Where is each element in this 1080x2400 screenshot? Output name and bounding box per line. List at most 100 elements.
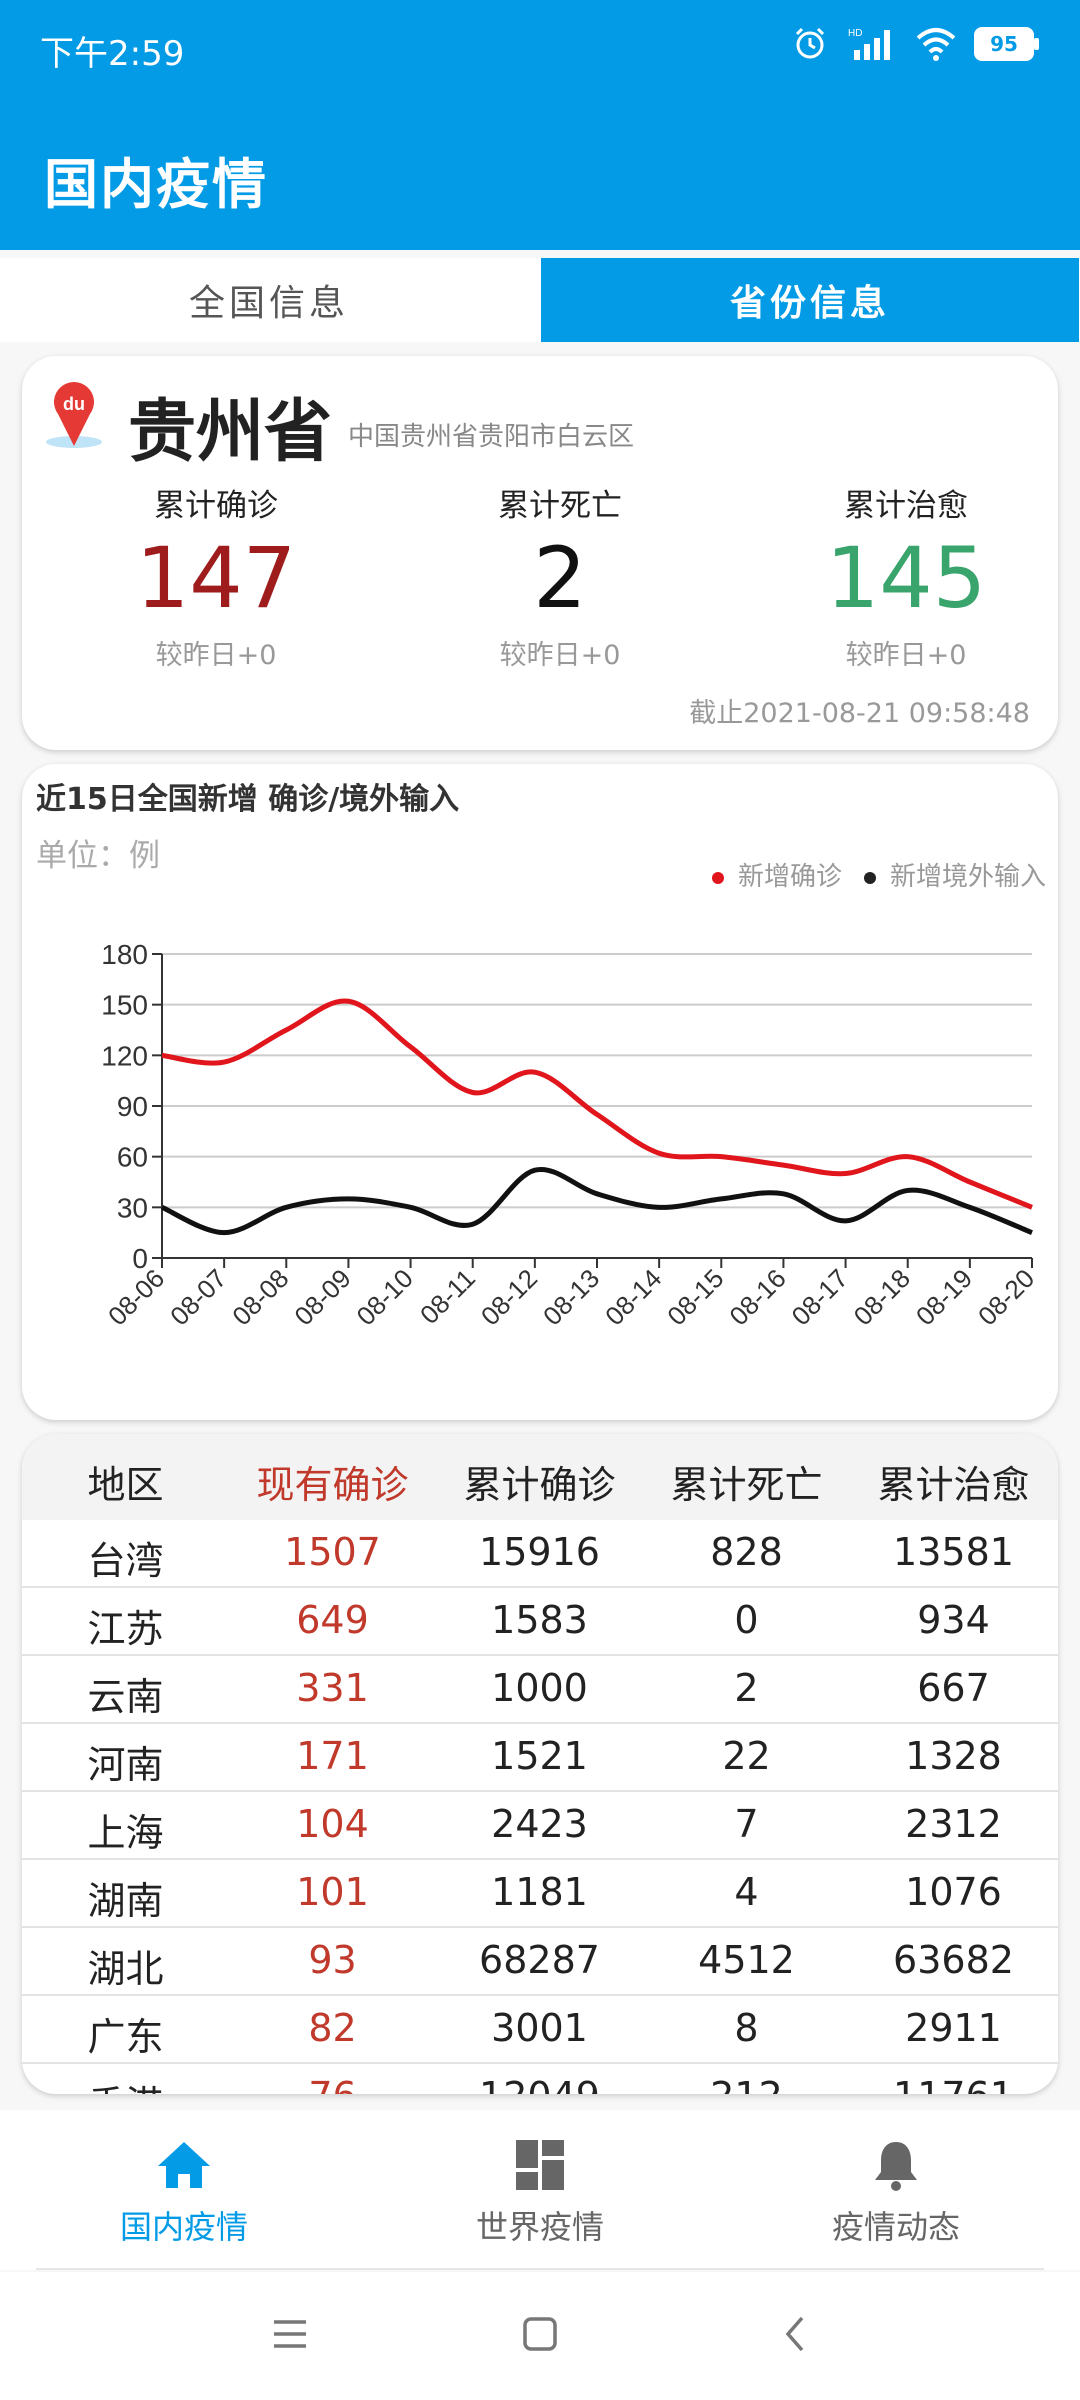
stat-deaths: 累计死亡 2 较昨日+0 (410, 480, 710, 672)
cell-total-deaths: 0 (734, 1598, 759, 1642)
table-row[interactable]: 香港 76 12049 212 11761 (22, 2064, 1058, 2094)
table-row[interactable]: 河南 171 1521 22 1328 (22, 1724, 1058, 1792)
table-row[interactable]: 湖南 101 1181 4 1076 (22, 1860, 1058, 1928)
cell-total-deaths: 8 (734, 2006, 759, 2050)
x-tick-label: 08-17 (786, 1263, 854, 1331)
cell-total-cured: 63682 (893, 1938, 1014, 1982)
nav-domestic[interactable]: 国内疫情 (34, 2138, 334, 2248)
home-square-icon[interactable] (520, 2314, 560, 2354)
cell-region: 湖南 (87, 1879, 164, 1923)
tab-national-info[interactable]: 全国信息 (0, 258, 538, 342)
series-line-confirmed (161, 998, 1033, 1210)
x-tick-label: 08-18 (848, 1263, 916, 1331)
dashboard-icon (516, 2140, 564, 2190)
cell-total-confirmed: 12049 (436, 2074, 643, 2094)
cell-total-confirmed: 1583 (491, 1598, 588, 1642)
stat-value: 145 (825, 529, 987, 627)
cell-total-cured: 1328 (905, 1734, 1002, 1778)
cell-region: 河南 (87, 1743, 164, 1787)
cell-current-confirmed: 331 (296, 1666, 369, 1710)
header-total-deaths[interactable]: 累计死亡 (643, 1454, 850, 1509)
cell-current-confirmed: 1507 (284, 1530, 381, 1574)
signal-icon: HD (848, 28, 890, 60)
x-tick-label: 08-11 (414, 1263, 481, 1330)
header-region: 地区 (87, 1463, 164, 1507)
cell-region: 台湾 (87, 1539, 164, 1583)
stat-label: 累计死亡 (498, 488, 622, 524)
status-time: 下午2:59 (40, 34, 185, 74)
bottom-navigation: 国内疫情 世界疫情 疫情动态 (0, 2110, 1080, 2270)
cell-total-deaths: 22 (722, 1734, 771, 1778)
x-tick-label: 08-14 (599, 1263, 667, 1331)
x-tick-label: 08-09 (288, 1263, 356, 1331)
table-row[interactable]: 云南 331 1000 2 667 (22, 1656, 1058, 1724)
tab-bar: 全国信息 省份信息 (0, 258, 1080, 342)
nav-divider (36, 2268, 1044, 2270)
page-title: 国内疫情 (44, 153, 268, 216)
nav-label: 国内疫情 (119, 2208, 248, 2246)
y-tick-label: 120 (101, 1040, 148, 1071)
x-tick-label: 08-16 (723, 1263, 791, 1331)
stat-delta: 较昨日+0 (845, 640, 967, 671)
system-nav-bar (0, 2272, 1080, 2400)
stat-label: 累计治愈 (844, 488, 968, 524)
stat-value: 2 (533, 529, 587, 627)
x-tick-label: 08-13 (537, 1263, 605, 1331)
cell-total-deaths: 4512 (698, 1938, 795, 1982)
cell-region: 广东 (87, 2015, 164, 2059)
province-summary-card: du 贵州省 中国贵州省贵阳市白云区 累计确诊 147 较昨日+0 累计死亡 2… (22, 356, 1058, 750)
menu-icon[interactable] (270, 2314, 310, 2354)
cell-total-cured: 2911 (905, 2006, 1002, 2050)
stat-cured: 累计治愈 145 较昨日+0 (756, 480, 1056, 672)
nav-world[interactable]: 世界疫情 (390, 2138, 690, 2248)
cell-total-deaths: 4 (734, 1870, 759, 1914)
table-row[interactable]: 台湾 1507 15916 828 13581 (22, 1520, 1058, 1588)
cell-current-confirmed: 649 (296, 1598, 369, 1642)
logo-text: du (63, 394, 85, 414)
cell-total-deaths: 828 (710, 1530, 783, 1574)
cell-region: 江苏 (87, 1607, 164, 1651)
cell-current-confirmed: 93 (308, 1938, 357, 1982)
update-timestamp: 截止2021-08-21 09:58:48 (689, 698, 1030, 729)
nav-updates[interactable]: 疫情动态 (746, 2138, 1046, 2248)
table-row[interactable]: 广东 82 3001 8 2911 (22, 1996, 1058, 2064)
cell-total-confirmed: 1000 (491, 1666, 588, 1710)
header-total-cured[interactable]: 累计治愈 (850, 1454, 1057, 1509)
table-row[interactable]: 上海 104 2423 7 2312 (22, 1792, 1058, 1860)
alarm-icon (795, 27, 825, 59)
cell-current-confirmed: 171 (296, 1734, 369, 1778)
x-tick-label: 08-19 (910, 1263, 978, 1331)
cell-total-deaths: 2 (734, 1666, 759, 1710)
nav-label: 疫情动态 (831, 2208, 960, 2246)
trend-chart-card: 近15日全国新增 确诊/境外输入 单位：例 新增确诊 新增境外输入 0 30 60 9… (22, 764, 1058, 1420)
x-tick-label: 08-15 (661, 1263, 729, 1331)
tab-province-info[interactable]: 省份信息 (541, 258, 1079, 342)
table-row[interactable]: 湖北 93 68287 4512 63682 (22, 1928, 1058, 1996)
cell-total-deaths: 212 (643, 2074, 850, 2094)
stat-delta: 较昨日+0 (155, 640, 277, 671)
baidu-location-icon: du (46, 382, 102, 448)
line-chart: 030609012015018008-0608-0708-0808-0908-1… (101, 939, 1040, 1331)
cell-region: 云南 (87, 1675, 164, 1719)
y-tick-label: 60 (117, 1142, 148, 1173)
y-tick-label: 150 (101, 990, 148, 1021)
stat-confirmed: 累计确诊 147 较昨日+0 (66, 480, 366, 672)
header-current-confirmed[interactable]: 现有确诊 (229, 1454, 436, 1509)
stat-value: 147 (135, 529, 297, 627)
back-icon[interactable] (776, 2314, 816, 2354)
x-tick-label: 08-10 (351, 1263, 419, 1331)
home-icon (158, 2142, 210, 2188)
cell-current-confirmed: 82 (308, 2006, 357, 2050)
x-tick-label: 08-08 (226, 1263, 294, 1331)
bell-icon (875, 2142, 917, 2191)
cell-total-confirmed: 68287 (479, 1938, 600, 1982)
cell-total-confirmed: 2423 (491, 1802, 588, 1846)
cell-total-cured: 13581 (893, 1530, 1014, 1574)
cell-region: 湖北 (87, 1947, 164, 1991)
status-bar: 下午2:59 HD 95 (0, 0, 1080, 96)
table-header: 地区 现有确诊 累计确诊 累计死亡 累计治愈 (22, 1434, 1058, 1520)
header-total-confirmed[interactable]: 累计确诊 (436, 1454, 643, 1509)
cell-region: 香港 (22, 2074, 229, 2094)
cell-current-confirmed: 76 (229, 2074, 436, 2094)
table-row[interactable]: 江苏 649 1583 0 934 (22, 1588, 1058, 1656)
